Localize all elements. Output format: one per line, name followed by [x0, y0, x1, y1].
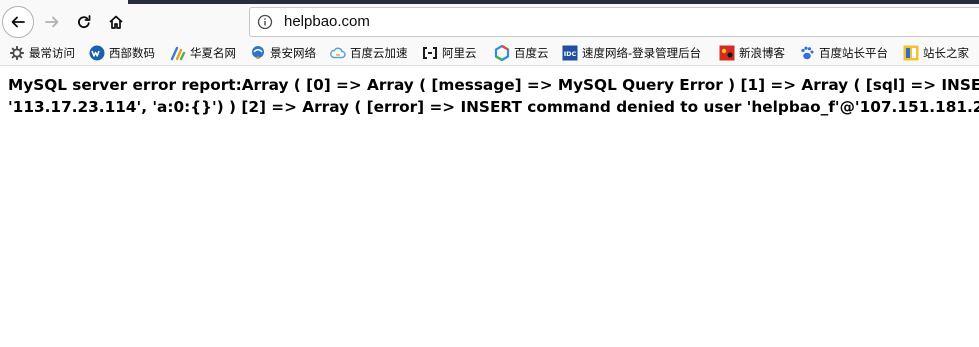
reload-icon	[78, 15, 91, 29]
gear-icon	[9, 45, 25, 61]
bookmark-chinaz[interactable]: 站长之家	[903, 44, 969, 62]
bookmark-label: 百度云	[514, 46, 549, 60]
error-message-line-1: MySQL server error report:Array ( [0] =>…	[8, 76, 979, 94]
bookmark-sudu-network[interactable]: IDC 速度网络-登录管理后台	[562, 44, 701, 62]
bookmark-label: 阿里云	[442, 46, 477, 60]
bookmark-label: 速度网络-登录管理后台	[582, 46, 702, 60]
bookmark-huaxia[interactable]: 华夏名网	[170, 44, 236, 62]
bookmarks-toolbar: 最常访问 西部数码 华夏名网 景安网络 百度云加速 阿里云 百度云 IDC 速度…	[0, 40, 979, 66]
forward-button[interactable]	[36, 6, 68, 38]
baidu-paw-icon	[799, 45, 815, 61]
bookmark-most-visited[interactable]: 最常访问	[9, 44, 75, 62]
reload-button[interactable]	[68, 6, 100, 38]
url-text[interactable]: helpbao.com	[284, 13, 370, 30]
bookmark-label: 华夏名网	[190, 46, 236, 60]
page-content: MySQL server error report:Array ( [0] =>…	[8, 74, 979, 118]
back-arrow-icon	[11, 16, 25, 28]
bookmark-baidu-yunjiasu[interactable]: 百度云加速	[330, 44, 408, 62]
forward-arrow-icon	[45, 16, 59, 28]
bookmark-label: 西部数码	[109, 46, 155, 60]
bookmark-sina-blog[interactable]: 新浪博客	[719, 44, 785, 62]
navigation-toolbar: helpbao.com	[0, 4, 979, 40]
west-digital-logo-icon	[89, 45, 105, 61]
bookmark-jingan[interactable]: 景安网络	[250, 44, 316, 62]
error-message-line-2: '113.17.23.114', 'a:0:{}') ) [2] => Arra…	[8, 98, 979, 116]
idc-logo-icon: IDC	[562, 45, 578, 61]
bookmark-west-digital[interactable]: 西部数码	[89, 44, 155, 62]
address-bar[interactable]: helpbao.com	[249, 7, 979, 37]
jingan-logo-icon	[250, 45, 266, 61]
bookmark-label: 最常访问	[29, 46, 75, 60]
chinaz-logo-icon	[903, 45, 919, 61]
svg-text:IDC: IDC	[564, 50, 577, 58]
bookmark-label: 百度云加速	[350, 46, 408, 60]
info-icon[interactable]	[257, 14, 273, 30]
back-button[interactable]	[2, 6, 34, 38]
bookmark-baidu-webmaster[interactable]: 百度站长平台	[799, 44, 888, 62]
bookmark-aliyun[interactable]: 阿里云	[422, 44, 477, 62]
bookmark-label: 百度站长平台	[819, 46, 888, 60]
home-button[interactable]	[100, 6, 132, 38]
bookmark-label: 新浪博客	[739, 46, 785, 60]
home-icon	[109, 15, 123, 29]
bookmark-label: 景安网络	[270, 46, 316, 60]
baidu-cloud-logo-icon	[494, 45, 510, 61]
bookmark-label: 站长之家	[923, 46, 969, 60]
cloud-icon	[330, 45, 346, 61]
aliyun-logo-icon	[422, 45, 438, 61]
bookmark-baidu-cloud[interactable]: 百度云	[494, 44, 549, 62]
huaxia-logo-icon	[170, 45, 186, 61]
sina-logo-icon	[719, 45, 735, 61]
